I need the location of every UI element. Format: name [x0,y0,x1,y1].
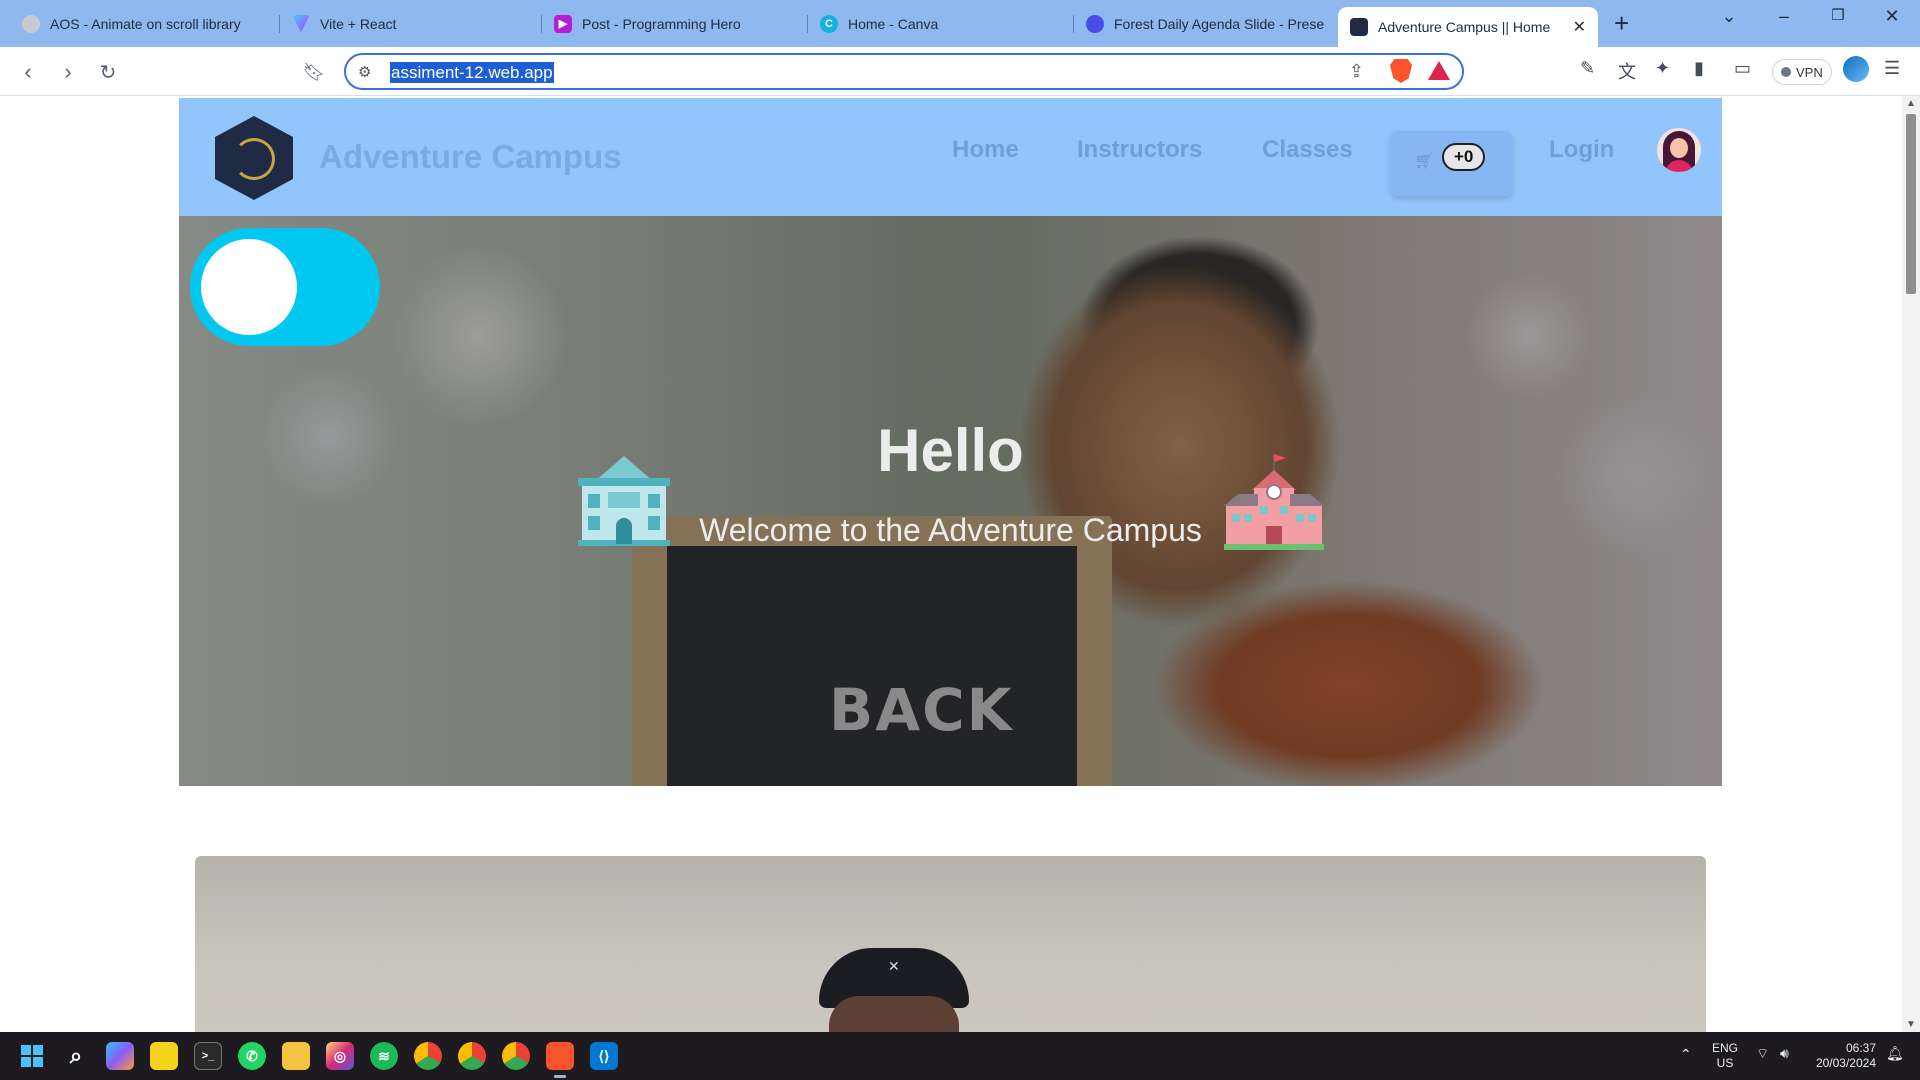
notification-bell-icon[interactable]: 🔔︎ [1886,1046,1904,1061]
person-face [829,996,959,1032]
tab-canva[interactable]: C Home - Canva [808,7,1074,40]
extensions-icon[interactable]: ✦ [1655,58,1670,79]
wifi-icon[interactable]: ⌔ [1756,1046,1769,1061]
vpn-label: VPN [1796,64,1823,80]
search-icon[interactable]: ⌕ [62,1042,90,1070]
canva-presentation-favicon-icon [1086,14,1104,33]
close-tab-icon[interactable]: ✕ [1559,17,1586,37]
cart-count-badge: +0 [1442,143,1486,171]
address-bar[interactable]: ⚙︎ assiment-12.web.app ⇪ [344,53,1464,90]
lang-top: ENG [1712,1041,1739,1055]
hero-subtitle: Welcome to the Adventure Campus [699,512,1202,548]
tab-title: Forest Daily Agenda Slide - Prese [1114,15,1325,32]
terminal-icon[interactable]: >_ [194,1042,222,1070]
scroll-up-icon[interactable]: ▲ [1906,98,1916,109]
profile-avatar-icon[interactable] [1843,56,1869,82]
vscode-icon[interactable]: ⟨⟩ [590,1042,618,1070]
tab-title: Home - Canva [848,15,939,32]
minimize-icon[interactable]: – [1764,6,1804,27]
forward-icon[interactable]: › [52,56,84,88]
sticky-notes-icon[interactable] [150,1042,178,1070]
brave-rewards-icon[interactable] [1428,61,1450,80]
clock-time: 06:37 [1845,1041,1876,1055]
cart-icon: 🛒︎ [1414,153,1435,170]
tab-title: Adventure Campus || Home [1378,19,1551,35]
brave-browser-icon[interactable] [546,1042,574,1078]
tab-forest-agenda[interactable]: Forest Daily Agenda Slide - Prese [1074,7,1336,40]
clock-date: 20/03/2024 [1815,1056,1876,1070]
aos-favicon-icon [22,14,40,33]
scroll-down-icon[interactable]: ▼ [1906,1019,1916,1030]
canva-favicon-icon: C [820,14,838,33]
tab-adventure-campus[interactable]: Adventure Campus || Home ✕ [1338,7,1598,47]
close-window-icon[interactable]: ✕ [1872,6,1912,27]
programming-hero-favicon-icon: ▶ [554,14,572,33]
nav-instructors-link[interactable]: Instructors [1077,136,1202,164]
theme-toggle[interactable] [190,228,380,346]
color-picker-extension-icon[interactable]: ✎ [1580,58,1595,79]
brave-shields-icon[interactable] [1390,59,1412,83]
share-icon[interactable]: ⇪ [1349,61,1364,82]
translate-extension-icon[interactable]: 文 [1618,58,1636,84]
reload-icon[interactable]: ↻ [92,56,124,88]
cap-logo-icon: ✕ [888,958,900,974]
tab-title: Post - Programming Hero [582,15,741,32]
nav-classes-link[interactable]: Classes [1262,136,1353,164]
clock[interactable]: 06:37 20/03/2024 [1806,1041,1876,1071]
scrollbar-thumb[interactable] [1906,114,1916,294]
school-building-icon [1224,454,1324,550]
wallet-icon[interactable]: ▭ [1734,58,1751,79]
lang-bottom: US [1716,1056,1734,1070]
adventure-campus-logo[interactable] [215,116,293,200]
tab-vite-react[interactable]: Vite + React [280,7,542,40]
hero-title: Hello [877,417,1024,484]
chrome-alt-icon[interactable] [502,1042,530,1070]
chrome-profile-icon[interactable] [414,1042,442,1070]
tab-title: AOS - Animate on scroll library [50,15,241,32]
windows-start-icon[interactable] [18,1042,46,1070]
page-scrollbar[interactable]: ▲ ▼ [1902,96,1920,1032]
site-navbar: Adventure Campus Home Instructors Classe… [179,98,1722,216]
whatsapp-icon[interactable]: ✆ [238,1042,266,1070]
nav-login-link[interactable]: Login [1549,136,1614,164]
vite-favicon-icon [292,14,310,33]
tab-programming-hero[interactable]: ▶ Post - Programming Hero [542,7,808,40]
vpn-status-icon [1781,67,1791,77]
campus-building-icon [578,456,670,546]
cart-button[interactable]: 🛒︎ +0 [1390,131,1513,196]
tab-aos[interactable]: AOS - Animate on scroll library [10,7,280,40]
show-hidden-icons-icon[interactable]: ⌃ [1680,1047,1692,1062]
instagram-icon[interactable]: ◎ [326,1042,354,1070]
tab-search-chevron-icon[interactable]: ⌄ [1709,6,1749,27]
volume-icon[interactable]: 🔊︎ [1780,1046,1789,1061]
toggle-knob [201,239,297,335]
bookmark-icon[interactable]: 🔖︎ [298,56,330,88]
file-explorer-icon[interactable] [282,1042,310,1070]
vpn-button[interactable]: VPN [1772,59,1832,85]
page-viewport: Adventure Campus Home Instructors Classe… [0,96,1902,1032]
language-indicator[interactable]: ENG US [1712,1041,1738,1071]
hero-overlay [179,216,1722,786]
back-icon[interactable]: ‹ [12,56,44,88]
spotify-icon[interactable]: ≋ [370,1042,398,1070]
browser-tab-strip: AOS - Animate on scroll library Vite + R… [0,0,1920,47]
featured-image-card: ✕ [195,856,1706,1032]
new-tab-button[interactable]: + [1614,9,1629,37]
site-settings-icon[interactable]: ⚙︎ [358,63,371,81]
menu-icon[interactable]: ☰ [1884,58,1900,79]
nav-home-link[interactable]: Home [952,136,1019,164]
sidebar-icon[interactable]: ▮ [1694,58,1704,79]
user-avatar[interactable] [1657,128,1701,172]
tab-title: Vite + React [320,15,397,32]
browser-toolbar: ‹ › ↻ 🔖︎ ⚙︎ assiment-12.web.app ⇪ ✎ 文 ✦ … [0,47,1920,96]
restore-icon[interactable]: ❐ [1818,6,1858,24]
copilot-icon[interactable] [106,1042,134,1070]
hero-banner: BACK Hello Welcome to the Adventure Camp… [179,216,1722,786]
windows-taskbar: ⌕ >_ ✆ ◎ ≋ ⟨⟩ ⌃ ENG US ⌔ 🔊︎ 06:37 20/03/… [0,1032,1920,1080]
adventure-campus-favicon-icon [1350,18,1368,36]
chrome-icon[interactable] [458,1042,486,1070]
brand-name[interactable]: Adventure Campus [319,138,622,176]
url-text[interactable]: assiment-12.web.app [390,62,554,83]
